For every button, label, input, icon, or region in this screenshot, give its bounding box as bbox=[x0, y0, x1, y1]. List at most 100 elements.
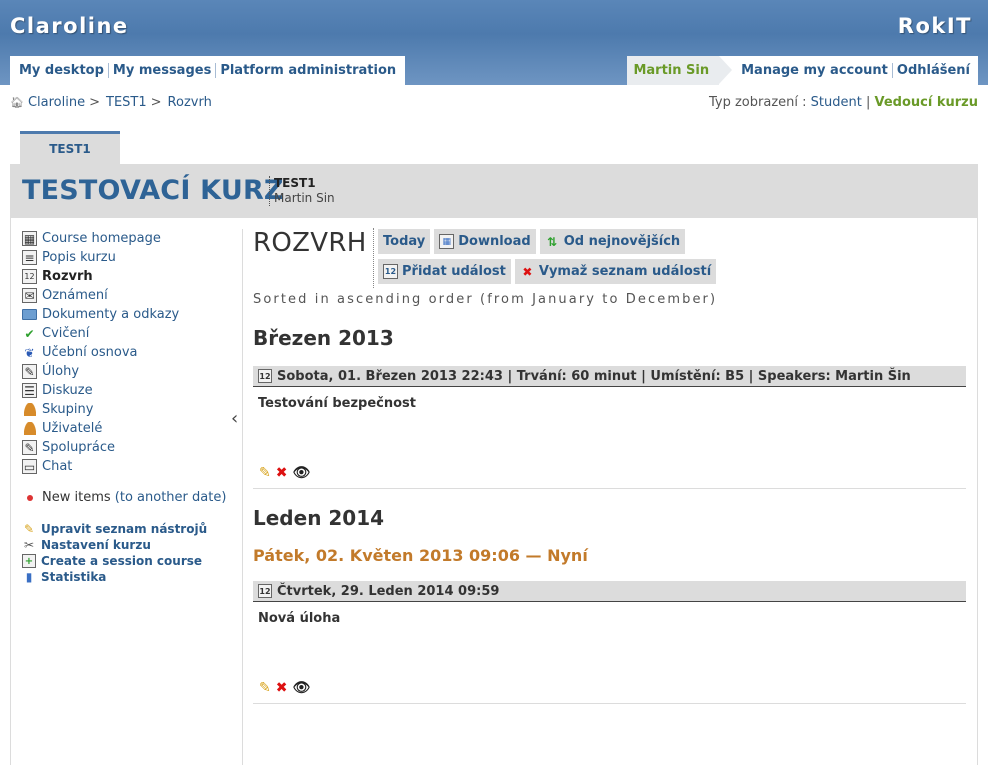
sidebar-item-agenda[interactable]: 12 Rozvrh bbox=[22, 267, 232, 286]
statistics-link[interactable]: ▮ Statistika bbox=[22, 569, 232, 585]
sidebar-item-label[interactable]: Spolupráce bbox=[42, 440, 115, 455]
logout-link[interactable]: Odhlášení bbox=[893, 63, 974, 78]
header-bar: Claroline RokIT My desktop My messages P… bbox=[0, 0, 988, 85]
calendar-icon: 12 bbox=[22, 269, 37, 284]
sort-arrows-icon: ⇅ bbox=[547, 234, 558, 249]
today-button[interactable]: Today bbox=[378, 229, 431, 254]
event-title: Testování bezpečnost bbox=[258, 396, 416, 411]
edit-event-icon[interactable]: ✎ bbox=[259, 466, 271, 480]
create-session-icon: + bbox=[22, 554, 36, 568]
view-mode-label: Typ zobrazení : bbox=[708, 95, 807, 110]
sidebar-item-documents[interactable]: Dokumenty a odkazy bbox=[22, 305, 232, 324]
sidebar-item-label[interactable]: Skupiny bbox=[42, 402, 93, 417]
course-tools-sidebar: ▦ Course homepage ≡ Popis kurzu 12 Rozvr… bbox=[22, 229, 232, 585]
event-actions: ✎ ✖ 👁 bbox=[259, 681, 310, 695]
sort-newest-button[interactable]: ⇅ Od nejnovějších bbox=[539, 229, 686, 254]
visibility-icon[interactable]: 👁 bbox=[292, 466, 310, 480]
page-title: ROZVRH bbox=[253, 228, 367, 258]
checkmark-icon: ✔ bbox=[24, 326, 35, 341]
sidebar-item-announcements[interactable]: ✉ Oznámení bbox=[22, 286, 232, 305]
groups-icon bbox=[22, 402, 37, 417]
new-items-date-link[interactable]: (to another date) bbox=[115, 490, 227, 505]
sidebar-item-label[interactable]: Rozvrh bbox=[42, 269, 93, 284]
event-header: 12 Čtvrtek, 29. Leden 2014 09:59 bbox=[253, 581, 966, 602]
user-nav: Martin Sin Manage my account Odhlášení bbox=[627, 56, 978, 85]
course-tab[interactable]: TEST1 bbox=[20, 131, 120, 165]
view-mode-manager[interactable]: Vedoucí kurzu bbox=[875, 95, 978, 110]
my-messages-link[interactable]: My messages bbox=[109, 63, 215, 78]
view-mode-switch: Typ zobrazení : Student | Vedoucí kurzu bbox=[709, 95, 978, 110]
course-title[interactable]: TESTOVACÍ KURZ bbox=[22, 175, 284, 206]
sidebar-item-wiki[interactable]: ✎ Spolupráce bbox=[22, 438, 232, 457]
view-mode-student[interactable]: Student bbox=[811, 95, 862, 110]
statistics-icon: ▮ bbox=[25, 570, 33, 584]
institution-name[interactable]: RokIT bbox=[898, 14, 972, 38]
my-desktop-link[interactable]: My desktop bbox=[15, 63, 108, 78]
sidebar-item-groups[interactable]: Skupiny bbox=[22, 400, 232, 419]
sidebar-item-learning-path[interactable]: ❦ Učební osnova bbox=[22, 343, 232, 362]
course-teacher: Martin Sin bbox=[274, 191, 335, 205]
sidebar-item-description[interactable]: ≡ Popis kurzu bbox=[22, 248, 232, 267]
folder-icon bbox=[22, 307, 37, 322]
download-button-label: Download bbox=[458, 234, 531, 249]
new-items-legend: New items (to another date) bbox=[22, 490, 232, 505]
admin-item-label[interactable]: Create a session course bbox=[41, 554, 202, 568]
add-event-button-label: Přidat událost bbox=[402, 264, 506, 279]
description-icon: ≡ bbox=[22, 250, 37, 265]
sidebar-item-label[interactable]: Učební osnova bbox=[42, 345, 137, 360]
agenda-toolbar: Today ▦ Download ⇅ Od nejnovějších 12 Př… bbox=[373, 228, 823, 288]
sidebar-item-course-homepage[interactable]: ▦ Course homepage bbox=[22, 229, 232, 248]
delete-event-icon[interactable]: ✖ bbox=[276, 681, 288, 695]
download-icon: ▦ bbox=[439, 234, 455, 249]
main-nav: My desktop My messages Platform administ… bbox=[10, 56, 406, 85]
sidebar-item-label[interactable]: Úlohy bbox=[42, 364, 79, 379]
delete-icon: ✖ bbox=[522, 264, 533, 279]
course-settings-link[interactable]: ✂ Nastavení kurzu bbox=[22, 537, 232, 553]
sidebar-item-forum[interactable]: ☰ Diskuze bbox=[22, 381, 232, 400]
sidebar-item-chat[interactable]: ▭ Chat bbox=[22, 457, 232, 476]
delete-all-events-button-label: Vymaž seznam událostí bbox=[538, 264, 712, 279]
course-homepage-icon: ▦ bbox=[22, 231, 37, 246]
visibility-icon[interactable]: 👁 bbox=[292, 681, 310, 695]
breadcrumb: 🏠︎ Claroline > TEST1 > Rozvrh bbox=[10, 95, 212, 110]
collapse-sidebar-icon[interactable]: ‹ bbox=[231, 408, 238, 429]
agenda-content: ROZVRH Today ▦ Download ⇅ Od nejnovějšíc… bbox=[253, 228, 966, 704]
platform-administration-link[interactable]: Platform administration bbox=[216, 63, 400, 78]
new-items-label: New items bbox=[42, 490, 111, 505]
month-heading: Leden 2014 bbox=[253, 506, 385, 530]
new-item-dot-icon bbox=[27, 494, 33, 501]
pencil-icon: ✎ bbox=[23, 522, 35, 536]
course-admin-links: ✎ Upravit seznam nástrojů ✂ Nastavení ku… bbox=[22, 521, 232, 585]
edit-event-icon[interactable]: ✎ bbox=[259, 681, 271, 695]
user-name[interactable]: Martin Sin bbox=[627, 56, 732, 85]
breadcrumb-claroline[interactable]: Claroline bbox=[28, 95, 85, 110]
admin-item-label[interactable]: Statistika bbox=[41, 570, 106, 584]
sidebar-item-exercises[interactable]: ✔ Cvičení bbox=[22, 324, 232, 343]
home-icon: 🏠︎ bbox=[10, 96, 24, 109]
download-button[interactable]: ▦ Download bbox=[434, 229, 536, 254]
wiki-icon: ✎ bbox=[22, 440, 37, 455]
sidebar-item-label[interactable]: Oznámení bbox=[42, 288, 108, 303]
event-title: Nová úloha bbox=[258, 611, 341, 626]
delete-event-icon[interactable]: ✖ bbox=[276, 466, 288, 480]
sidebar-item-label[interactable]: Cvičení bbox=[42, 326, 89, 341]
sidebar-item-label[interactable]: Course homepage bbox=[42, 231, 161, 246]
sidebar-item-label[interactable]: Uživatelé bbox=[42, 421, 102, 436]
platform-logo[interactable]: Claroline bbox=[10, 14, 129, 38]
sidebar-item-label[interactable]: Chat bbox=[42, 459, 72, 474]
admin-item-label[interactable]: Nastavení kurzu bbox=[41, 538, 151, 552]
breadcrumb-course[interactable]: TEST1 bbox=[106, 95, 147, 110]
create-session-course-link[interactable]: + Create a session course bbox=[22, 553, 232, 569]
sidebar-item-label[interactable]: Diskuze bbox=[42, 383, 93, 398]
breadcrumb-agenda[interactable]: Rozvrh bbox=[168, 95, 212, 110]
edit-tool-list-link[interactable]: ✎ Upravit seznam nástrojů bbox=[22, 521, 232, 537]
manage-account-link[interactable]: Manage my account bbox=[737, 63, 892, 78]
add-event-button[interactable]: 12 Přidat událost bbox=[378, 259, 511, 284]
sidebar-item-label[interactable]: Dokumenty a odkazy bbox=[42, 307, 179, 322]
sidebar-item-assignments[interactable]: ✎ Úlohy bbox=[22, 362, 232, 381]
delete-all-events-button[interactable]: ✖ Vymaž seznam událostí bbox=[514, 259, 717, 284]
sidebar-item-label[interactable]: Popis kurzu bbox=[42, 250, 116, 265]
sidebar-item-users[interactable]: Uživatelé bbox=[22, 419, 232, 438]
sort-newest-button-label: Od nejnovějších bbox=[563, 234, 681, 249]
admin-item-label[interactable]: Upravit seznam nástrojů bbox=[41, 522, 207, 536]
